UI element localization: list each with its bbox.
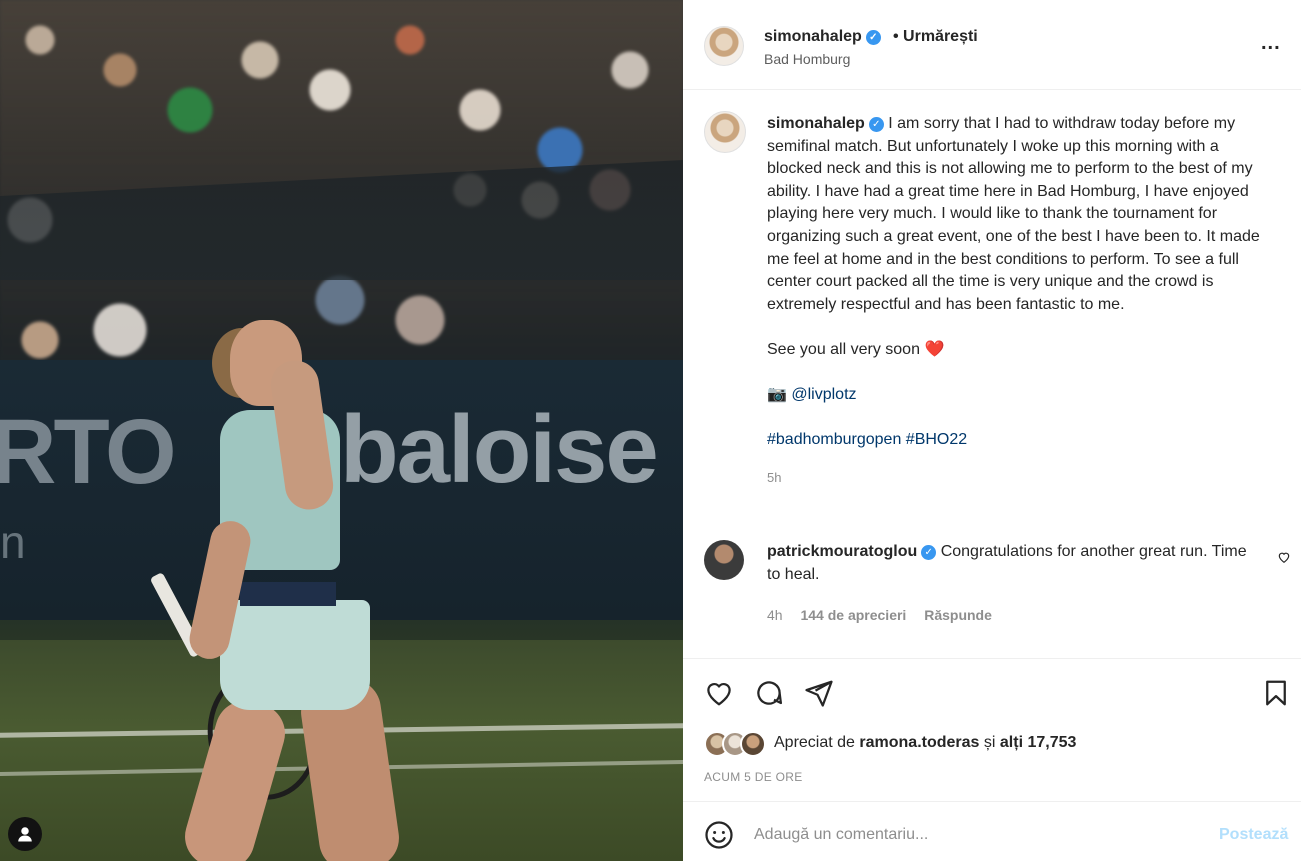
player-waistband [240, 582, 336, 606]
heart-icon[interactable] [704, 678, 734, 708]
photo-credit-link[interactable]: @livplotz [791, 386, 856, 403]
comment-timestamp[interactable]: 4h [767, 607, 783, 623]
post-header: simonahalep ✓ • Urmărești Bad Homburg ... [683, 0, 1301, 90]
tagged-users-button[interactable] [8, 817, 42, 851]
bookmark-icon[interactable] [1261, 678, 1291, 708]
commenter-avatar[interactable] [704, 540, 744, 580]
comment-meta: 4h 144 de aprecieri Răspunde [767, 607, 1006, 623]
liked-by-user-link[interactable]: ramona.toderas [859, 734, 979, 751]
comment-body: patrickmouratoglou ✓ Congratulations for … [767, 541, 1257, 586]
caption-body: simonahalep ✓ I am sorry that I had to wi… [767, 113, 1277, 489]
caption-text: I am sorry that I had to withdraw today … [767, 115, 1260, 313]
hashtag-link[interactable]: #badhomburgopen [767, 431, 901, 448]
caption-timestamp[interactable]: 5h [767, 467, 1277, 490]
camera-emoji: 📷 [767, 386, 787, 404]
comment-composer: Postează [683, 801, 1301, 861]
author-avatar[interactable] [704, 26, 744, 66]
author-username[interactable]: simonahalep ✓ [764, 28, 881, 46]
post-actions: Apreciat de ramona.toderas și alți 17,75… [683, 658, 1301, 801]
more-icon[interactable]: ... [1261, 32, 1281, 55]
commenter-username[interactable]: patrickmouratoglou [767, 543, 917, 560]
comment-like-icon[interactable] [1277, 550, 1291, 564]
reply-button[interactable]: Răspunde [924, 607, 992, 623]
comment-likes[interactable]: 144 de aprecieri [800, 607, 906, 623]
liked-by-joiner: și [983, 734, 996, 751]
verified-icon: ✓ [868, 117, 884, 132]
share-icon[interactable] [804, 678, 834, 708]
liked-by-others-link[interactable]: alți 17,753 [1000, 734, 1077, 751]
liked-by-row: Apreciat de ramona.toderas și alți 17,75… [704, 729, 1294, 759]
post-photo[interactable]: RTO baloise n [0, 0, 683, 861]
following-status[interactable]: • Urmărești [893, 28, 978, 46]
user-avatar-icon [18, 827, 32, 842]
hashtag-link[interactable]: #BHO22 [906, 431, 967, 448]
heart-emoji: ❤️ [924, 340, 945, 358]
liked-by-prefix: Apreciat de [774, 734, 855, 751]
liked-by-text: Apreciat de ramona.toderas și alți 17,75… [774, 734, 1076, 752]
verified-icon: ✓ [921, 545, 937, 560]
liker-avatar[interactable] [740, 731, 766, 757]
post-details-panel: simonahalep ✓ • Urmărești Bad Homburg ...… [683, 0, 1301, 861]
caption-see-you: See you all very soon [767, 340, 920, 358]
caption-author-avatar[interactable] [704, 111, 746, 153]
emoji-icon[interactable] [704, 820, 734, 850]
comment-input[interactable] [754, 820, 1194, 850]
banner-text-small: n [0, 516, 26, 568]
post-comment-button[interactable]: Postează [1219, 826, 1288, 844]
comment-icon[interactable] [754, 678, 784, 708]
caption-username[interactable]: simonahalep [767, 115, 865, 132]
post-location[interactable]: Bad Homburg [764, 51, 850, 67]
player-skirt [220, 600, 370, 710]
post-timestamp[interactable]: ACUM 5 DE ORE [704, 770, 803, 784]
banner-text-left: RTO [0, 401, 177, 503]
verified-icon: ✓ [865, 30, 881, 45]
author-username-text[interactable]: simonahalep [764, 28, 862, 45]
tennis-player [149, 320, 480, 861]
